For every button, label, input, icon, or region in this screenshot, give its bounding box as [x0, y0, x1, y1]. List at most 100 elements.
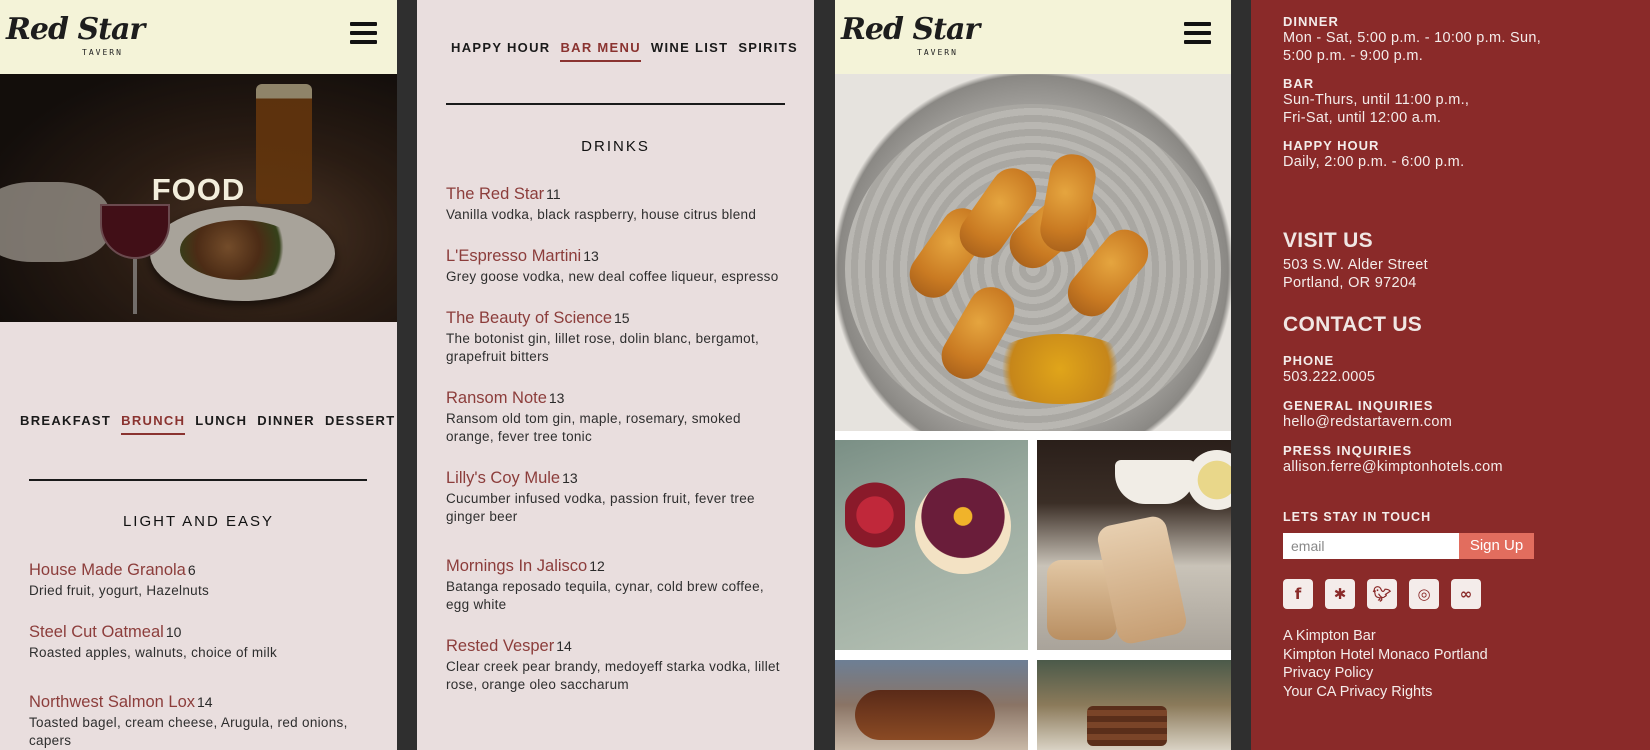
item-description: Batanga reposado tequila, cynar, cold br… [446, 579, 764, 612]
address-line-1: 503 S.W. Alder Street [1283, 257, 1428, 273]
item-name: L'Espresso Martini [446, 247, 582, 265]
tab-happy-hour[interactable]: HAPPY HOUR [451, 40, 550, 62]
item-description: Ransom old tom gin, maple, rosemary, smo… [446, 411, 741, 444]
item-description: Grey goose vodka, new deal coffee liqueu… [446, 269, 779, 284]
item-description: Toasted bagel, cream cheese, Arugula, re… [29, 715, 348, 748]
logo-text: Red Star [6, 12, 145, 47]
item-name: Rested Vesper [446, 637, 555, 655]
footer-links: A Kimpton Bar Kimpton Hotel Monaco Portl… [1283, 627, 1488, 701]
footer-link[interactable]: Kimpton Hotel Monaco Portland [1283, 646, 1488, 665]
item-name: Ransom Note [446, 389, 547, 407]
contact-label: GENERAL INQUIRIES [1283, 398, 1434, 413]
item-description: Dried fruit, yogurt, Hazelnuts [29, 583, 210, 598]
bar-tabs: HAPPY HOUR BAR MENU WINE LIST SPIRITS [451, 40, 808, 62]
steak-photo [835, 660, 1028, 750]
contact-section: CONTACT US PHONE 503.222.0005 GENERAL IN… [1283, 313, 1503, 476]
general-email-link[interactable]: hello@redstartavern.com [1283, 413, 1503, 431]
press-email-link[interactable]: allison.ferre@kimptonhotels.com [1283, 458, 1503, 476]
tab-wine-list[interactable]: WINE LIST [651, 40, 728, 62]
logo[interactable]: Red Star TAVERN [6, 12, 145, 60]
hours-label: HAPPY HOUR [1283, 138, 1380, 153]
menu-item: Steel Cut Oatmeal 10 Roasted apples, waln… [29, 622, 369, 662]
footer-link[interactable]: Your CA Privacy Rights [1283, 683, 1488, 702]
item-price: 13 [548, 390, 565, 406]
contact-heading: CONTACT US [1283, 313, 1423, 336]
section-title: DRINKS [581, 138, 650, 155]
item-price: 6 [187, 562, 196, 578]
item-description: The botonist gin, lillet rose, dolin bla… [446, 331, 760, 364]
item-price: 13 [562, 470, 578, 486]
hours-section: DINNER Mon - Sat, 5:00 p.m. - 10:00 p.m.… [1283, 14, 1553, 171]
visit-section: VISIT US 503 S.W. Alder Street Portland,… [1283, 229, 1428, 292]
hours-label: BAR [1283, 76, 1315, 91]
hours-text: Daily, 2:00 p.m. - 6:00 p.m. [1283, 154, 1465, 170]
logo[interactable]: Red Star TAVERN [841, 12, 980, 60]
item-name: Mornings In Jalisco [446, 557, 588, 575]
item-price: 14 [197, 694, 213, 710]
tab-dinner[interactable]: DINNER [257, 413, 315, 435]
tab-bar-menu[interactable]: BAR MENU [560, 40, 641, 62]
tripadvisor-icon[interactable]: ∞ [1451, 579, 1481, 609]
menu-item: Northwest Salmon Lox 14 Toasted bagel, cr… [29, 692, 369, 750]
section-title: LIGHT AND EASY [122, 513, 275, 530]
item-description: Vanilla vodka, black raspberry, house ci… [446, 207, 757, 222]
logo-subtext: TAVERN [917, 48, 958, 57]
newsletter-heading: LETS STAY IN TOUCH [1283, 510, 1432, 524]
food-tabs: BREAKFAST BRUNCH LUNCH DINNER DESSERT [20, 413, 397, 435]
item-price: 13 [583, 248, 599, 264]
item-price: 15 [614, 310, 630, 326]
item-name: Steel Cut Oatmeal [29, 623, 164, 641]
address-line-2: Portland, OR 97204 [1283, 275, 1417, 291]
gallery-panel: Red Star TAVERN [835, 0, 1231, 750]
divider [446, 103, 785, 105]
beignets-photo [1037, 440, 1231, 650]
hamburger-menu-icon[interactable] [1184, 22, 1211, 44]
twitter-icon[interactable]: 🐦︎ [1367, 579, 1397, 609]
visit-heading: VISIT US [1283, 229, 1373, 252]
tab-dessert[interactable]: DESSERT [325, 413, 396, 435]
footer-link[interactable]: Privacy Policy [1283, 664, 1488, 683]
logo-text: Red Star [841, 12, 980, 47]
item-price: 11 [546, 186, 561, 202]
tab-lunch[interactable]: LUNCH [195, 413, 247, 435]
hours-label: DINNER [1283, 14, 1339, 29]
hero-image: FOOD [0, 74, 397, 322]
menu-item: Mornings In Jalisco 12 Batanga reposado t… [446, 556, 786, 614]
item-price: 14 [556, 638, 572, 654]
info-panel: DINNER Mon - Sat, 5:00 p.m. - 10:00 p.m.… [1251, 0, 1650, 750]
item-name: Northwest Salmon Lox [29, 693, 195, 711]
divider [29, 479, 367, 481]
menu-item: Ransom Note 13 Ransom old tom gin, maple,… [446, 388, 786, 446]
croquettes-photo [835, 74, 1231, 431]
food-menu-panel: Red Star TAVERN FOOD BREAKFAST BRUNCH LU… [0, 0, 397, 750]
social-links: f ✱ 🐦︎ ◎ ∞ [1283, 579, 1493, 609]
phone-link[interactable]: 503.222.0005 [1283, 368, 1503, 386]
chocolate-cake-photo [1037, 660, 1231, 750]
item-name: Lilly's Coy Mule [446, 469, 561, 487]
item-description: Roasted apples, walnuts, choice of milk [29, 645, 278, 660]
email-input[interactable]: email [1283, 533, 1459, 559]
item-description: Clear creek pear brandy, medoyeff starka… [446, 659, 780, 692]
signup-button[interactable]: Sign Up [1459, 533, 1534, 559]
dessert-photo [835, 440, 1028, 650]
item-name: The Red Star [446, 185, 545, 203]
item-name: The Beauty of Science [446, 309, 613, 327]
menu-list: House Made Granola 6 Dried fruit, yogurt,… [29, 560, 369, 750]
yelp-icon[interactable]: ✱ [1325, 579, 1355, 609]
menu-item: Rested Vesper 14 Clear creek pear brandy,… [446, 636, 786, 694]
menu-item: L'Espresso Martini 13 Grey goose vodka, n… [446, 246, 786, 286]
tab-spirits[interactable]: SPIRITS [738, 40, 798, 62]
instagram-icon[interactable]: ◎ [1409, 579, 1439, 609]
facebook-icon[interactable]: f [1283, 579, 1313, 609]
hours-text: Mon - Sat, 5:00 p.m. - 10:00 p.m. Sun, 5… [1283, 30, 1542, 64]
logo-subtext: TAVERN [82, 48, 123, 57]
tab-breakfast[interactable]: BREAKFAST [20, 413, 111, 435]
hours-text: Sun-Thurs, until 11:00 p.m., Fri-Sat, un… [1283, 92, 1470, 126]
menu-item: House Made Granola 6 Dried fruit, yogurt,… [29, 560, 369, 600]
hamburger-menu-icon[interactable] [350, 22, 377, 44]
tab-brunch[interactable]: BRUNCH [121, 413, 186, 435]
drinks-list: The Red Star 11 Vanilla vodka, black rasp… [446, 184, 786, 716]
footer-link[interactable]: A Kimpton Bar [1283, 627, 1488, 646]
menu-item: Lilly's Coy Mule 13 Cucumber infused vodk… [446, 468, 786, 526]
newsletter-form: email Sign Up [1283, 533, 1534, 559]
